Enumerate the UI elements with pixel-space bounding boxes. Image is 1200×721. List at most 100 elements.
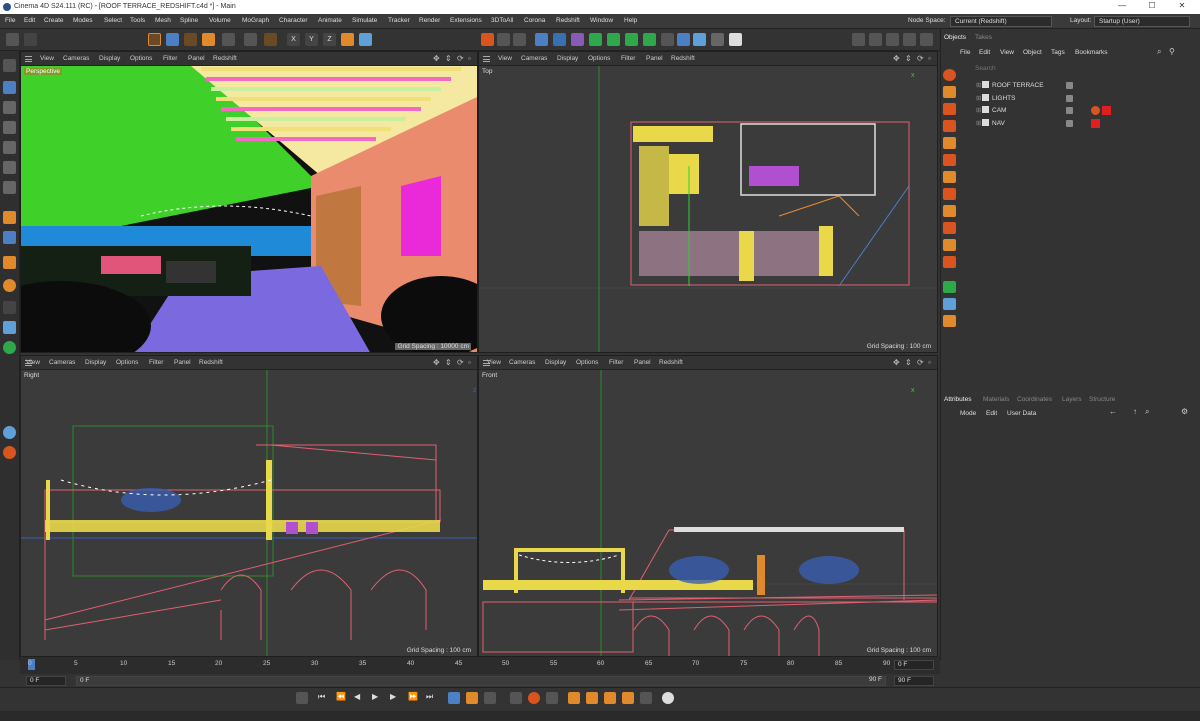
object-row[interactable]: ⊞ NAV xyxy=(976,118,1196,129)
maximize-button[interactable]: ☐ xyxy=(1140,1,1164,13)
mesh-object-icon[interactable] xyxy=(943,120,956,132)
render-view-icon[interactable] xyxy=(481,33,494,46)
batch-render-icon[interactable] xyxy=(920,33,933,46)
vp-menu-redshift[interactable]: Redshift xyxy=(199,359,223,366)
redshift-light-icon[interactable] xyxy=(3,446,16,459)
up-arrow-icon[interactable]: ↑ xyxy=(1133,407,1137,416)
render-settings-icon[interactable] xyxy=(513,33,526,46)
tag-icon[interactable] xyxy=(677,33,690,46)
menu-modes[interactable]: Modes xyxy=(73,17,93,24)
node-space-dropdown[interactable]: Current (Redshift) xyxy=(950,16,1052,27)
redo-icon[interactable] xyxy=(24,33,37,46)
render-region-icon[interactable] xyxy=(497,33,510,46)
next-frame-icon[interactable]: ▶ xyxy=(390,692,402,704)
null-object-icon[interactable] xyxy=(943,69,956,81)
vp-menu-cameras[interactable]: Cameras xyxy=(49,359,75,366)
redshift-render-icon[interactable] xyxy=(852,33,865,46)
vp-menu-redshift[interactable]: Redshift xyxy=(671,55,695,62)
coordinate-system-icon[interactable] xyxy=(341,33,354,46)
vp-menu-display[interactable]: Display xyxy=(99,55,120,62)
menu-edit[interactable]: Edit xyxy=(24,17,35,24)
attr-menu-edit[interactable]: Edit xyxy=(986,410,997,417)
dolly-icon[interactable]: ⇕ xyxy=(445,54,452,63)
vp-menu-view[interactable]: View xyxy=(498,55,512,62)
menu-3dtoall[interactable]: 3DToAll xyxy=(491,17,513,24)
camera-object-icon[interactable] xyxy=(943,103,956,115)
object-search-input[interactable] xyxy=(975,63,1195,73)
locked-workplane-icon[interactable] xyxy=(3,301,16,314)
menu-simulate[interactable]: Simulate xyxy=(352,17,377,24)
object-row[interactable]: ⊞ LIGHTS xyxy=(976,93,1196,104)
vp-menu-filter[interactable]: Filter xyxy=(621,55,635,62)
motion-tracks-icon[interactable] xyxy=(466,692,478,704)
field-icon[interactable] xyxy=(625,33,638,46)
parameter-key-icon[interactable] xyxy=(622,692,634,704)
effector-icon[interactable] xyxy=(643,33,656,46)
cloner-icon[interactable] xyxy=(589,33,602,46)
minimize-button[interactable]: — xyxy=(1110,1,1134,13)
visibility-check-icon[interactable] xyxy=(1066,120,1073,127)
dome-light-icon[interactable] xyxy=(943,188,956,200)
vp-menu-view[interactable]: View xyxy=(487,359,501,366)
menu-spline[interactable]: Spline xyxy=(180,17,198,24)
cube-icon[interactable] xyxy=(535,33,548,46)
timeline-window-icon[interactable] xyxy=(662,692,674,704)
edges-mode-icon[interactable] xyxy=(3,141,16,154)
vp-menu-panel[interactable]: Panel xyxy=(188,55,205,62)
expand-icon[interactable]: ⊞ xyxy=(976,119,981,127)
close-button[interactable]: ✕ xyxy=(1170,1,1194,13)
model-mode-icon[interactable] xyxy=(3,81,16,94)
vp-menu-redshift[interactable]: Redshift xyxy=(659,359,683,366)
vp-menu-cameras[interactable]: Cameras xyxy=(509,359,535,366)
preview-range-slider[interactable]: 0 F xyxy=(76,676,886,686)
vp-menu-view[interactable]: View xyxy=(40,55,54,62)
plane-object-icon[interactable] xyxy=(943,137,956,149)
tab-layers[interactable]: Layers xyxy=(1062,396,1082,403)
live-selection-icon[interactable] xyxy=(148,33,161,46)
tag-icon[interactable] xyxy=(1091,106,1100,115)
clapper-icon[interactable] xyxy=(903,33,916,46)
vp-menu-display[interactable]: Display xyxy=(85,359,106,366)
vp-menu-filter[interactable]: Filter xyxy=(609,359,623,366)
play-icon[interactable]: ▶ xyxy=(372,692,384,704)
redshift-ipr-icon[interactable] xyxy=(869,33,882,46)
render-tag-icon[interactable] xyxy=(943,315,956,327)
menu-redshift[interactable]: Redshift xyxy=(556,17,580,24)
uv-mode-icon[interactable] xyxy=(3,181,16,194)
menu-mograph[interactable]: MoGraph xyxy=(242,17,269,24)
vp-menu-filter[interactable]: Filter xyxy=(163,55,177,62)
menu-corona[interactable]: Corona xyxy=(524,17,545,24)
light-icon[interactable] xyxy=(729,33,742,46)
viewport-menu-icon[interactable] xyxy=(483,56,490,62)
area-light-icon[interactable] xyxy=(943,171,956,183)
maximize-viewport-icon[interactable]: ▫ xyxy=(468,54,471,63)
menu-tracker[interactable]: Tracker xyxy=(388,17,410,24)
vp-menu-options[interactable]: Options xyxy=(588,55,610,62)
tab-coordinates[interactable]: Coordinates xyxy=(1017,396,1052,403)
axis-mode-icon[interactable] xyxy=(3,211,16,224)
redshift-icon[interactable] xyxy=(3,426,16,439)
vp-menu-cameras[interactable]: Cameras xyxy=(521,55,547,62)
previous-key-icon[interactable]: ⏪ xyxy=(336,692,348,704)
previous-frame-icon[interactable]: ◀ xyxy=(354,692,366,704)
autokey-icon[interactable] xyxy=(528,692,540,704)
maximize-viewport-icon[interactable]: ▫ xyxy=(468,358,471,367)
light-object-icon[interactable] xyxy=(943,86,956,98)
vp-menu-filter[interactable]: Filter xyxy=(149,359,163,366)
workplane-icon[interactable] xyxy=(3,279,16,292)
menu-volume[interactable]: Volume xyxy=(209,17,231,24)
expand-icon[interactable]: ⊞ xyxy=(976,106,981,114)
proxy-icon[interactable] xyxy=(943,281,956,293)
pen-spline-icon[interactable] xyxy=(553,33,566,46)
menu-tools[interactable]: Tools xyxy=(130,17,145,24)
back-arrow-icon[interactable]: ← xyxy=(1109,407,1117,416)
start-frame-field[interactable]: 0 F xyxy=(26,676,66,686)
tweak-mode-icon[interactable] xyxy=(3,231,16,244)
front-viewport[interactable]: View Cameras Display Options Filter Pane… xyxy=(478,355,938,657)
maximize-viewport-icon[interactable]: ▫ xyxy=(928,54,931,63)
make-editable-icon[interactable] xyxy=(3,59,16,72)
vp-menu-view[interactable]: View xyxy=(26,359,40,366)
pan-icon[interactable]: ✥ xyxy=(433,54,440,63)
loop-icon[interactable] xyxy=(448,692,460,704)
pan-icon[interactable]: ✥ xyxy=(893,358,900,367)
